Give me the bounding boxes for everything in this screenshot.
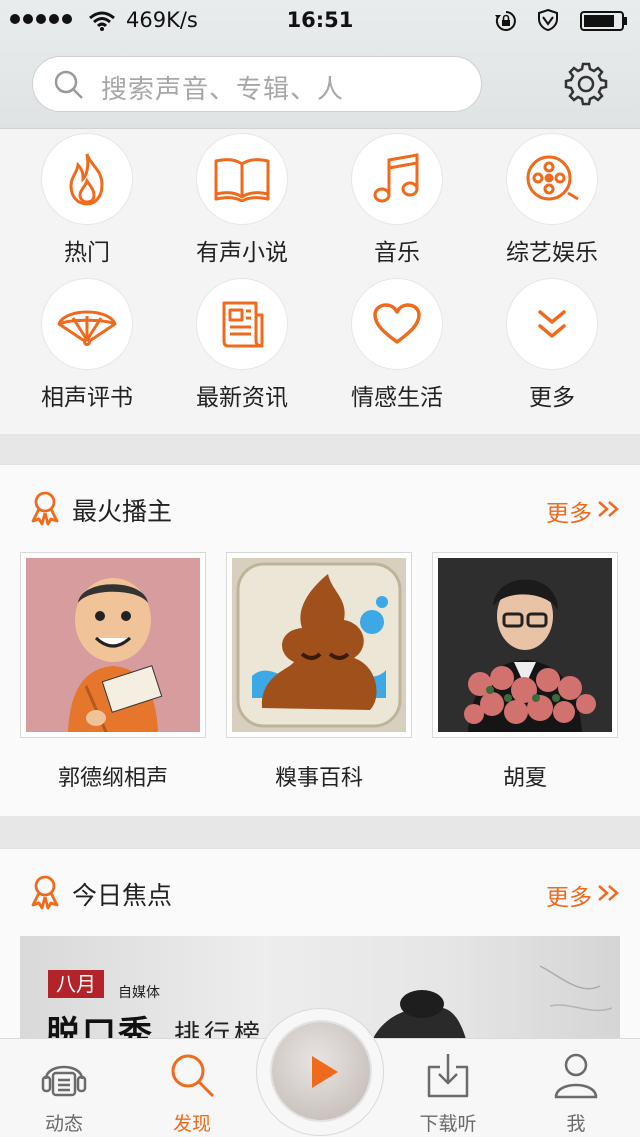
heart-icon	[373, 303, 421, 344]
category-news[interactable]: 最新资讯	[167, 274, 317, 414]
tab-label: 动态	[44, 1113, 83, 1135]
book-icon	[214, 158, 270, 202]
category-more[interactable]: 更多	[477, 274, 627, 414]
flame-icon	[69, 153, 104, 206]
play-icon[interactable]	[308, 1054, 340, 1090]
host-card[interactable]	[432, 552, 618, 738]
poop-logo-image	[236, 562, 402, 728]
section-divider	[0, 816, 640, 848]
category-label: 情感生活	[351, 385, 443, 411]
cartoon-avatar-image	[68, 578, 163, 732]
double-chevron-down-icon	[538, 310, 566, 338]
category-label: 相声评书	[41, 385, 133, 411]
double-chevron-right-icon[interactable]	[596, 883, 622, 903]
category-icon-circle	[41, 278, 133, 370]
search-input[interactable]: 搜索声音、专辑、人	[32, 56, 482, 112]
category-icon-circle	[196, 278, 288, 370]
category-label: 有声小说	[196, 240, 288, 266]
category-icon-circle	[506, 133, 598, 225]
top-header: 469K/s 16:51 搜索声音、专辑、人	[0, 0, 640, 129]
category-label: 热门	[64, 240, 110, 266]
category-icon-circle	[351, 133, 443, 225]
tab-discover[interactable]: 发现	[128, 1039, 256, 1137]
host-avatar	[26, 558, 200, 732]
category-grid: 热门 有声小说 音乐 综艺娱乐 相声评书 最新资讯 情感生活 更多	[0, 129, 640, 434]
today-focus-more-link[interactable]: 更多	[546, 878, 592, 912]
category-crosstalk[interactable]: 相声评书	[12, 274, 162, 414]
search-placeholder: 搜索声音、专辑、人	[101, 75, 345, 105]
banner-illustration	[370, 965, 613, 1046]
radio-headphones-icon	[41, 1065, 87, 1097]
music-note-icon	[373, 153, 419, 203]
host-avatar	[438, 558, 612, 732]
shield-icon	[538, 8, 558, 32]
newspaper-icon	[222, 301, 264, 348]
tab-feed[interactable]: 动态	[0, 1039, 128, 1137]
host-card[interactable]	[20, 552, 206, 738]
tab-label: 下载听	[419, 1113, 477, 1135]
section-divider	[0, 434, 640, 464]
person-icon	[554, 1053, 598, 1099]
rotation-lock-icon	[495, 11, 516, 31]
host-avatar	[232, 558, 406, 732]
film-reel-icon	[526, 155, 579, 201]
category-variety[interactable]: 综艺娱乐	[477, 129, 627, 269]
download-icon	[427, 1054, 469, 1098]
tab-label: 我	[566, 1113, 586, 1135]
ribbon-badge-icon	[31, 491, 59, 526]
tab-me[interactable]: 我	[512, 1039, 640, 1137]
category-label: 最新资讯	[196, 385, 288, 411]
banner-subtitle: 自媒体	[118, 985, 160, 1001]
category-icon-circle	[41, 133, 133, 225]
category-emotion[interactable]: 情感生活	[322, 274, 472, 414]
singer-photo-image	[438, 558, 612, 732]
category-icon-circle	[351, 278, 443, 370]
category-label: 更多	[529, 385, 575, 411]
host-name: 郭德纲相声	[57, 766, 168, 791]
battery-icon	[580, 11, 627, 31]
category-label: 综艺娱乐	[506, 240, 598, 266]
gear-icon[interactable]	[562, 60, 610, 108]
ribbon-badge-icon	[31, 875, 59, 910]
category-hot[interactable]: 热门	[12, 129, 162, 269]
banner-tag: 八月	[48, 970, 104, 998]
category-audiobook[interactable]: 有声小说	[167, 129, 317, 269]
double-chevron-right-icon[interactable]	[596, 499, 622, 519]
host-name: 糗事百科	[274, 766, 363, 791]
category-music[interactable]: 音乐	[322, 129, 472, 269]
section-title: 今日焦点	[72, 881, 173, 910]
search-icon	[171, 1054, 215, 1098]
section-title: 最火播主	[72, 497, 173, 526]
top-hosts-more-link[interactable]: 更多	[546, 494, 592, 528]
category-label: 音乐	[374, 240, 420, 266]
tab-label: 发现	[172, 1113, 211, 1135]
host-card[interactable]	[226, 552, 412, 738]
fan-icon	[57, 310, 117, 346]
tab-downloads[interactable]: 下载听	[384, 1039, 512, 1137]
host-name: 胡夏	[502, 766, 547, 791]
category-icon-circle	[196, 133, 288, 225]
search-icon	[54, 70, 83, 99]
category-icon-circle	[506, 278, 598, 370]
